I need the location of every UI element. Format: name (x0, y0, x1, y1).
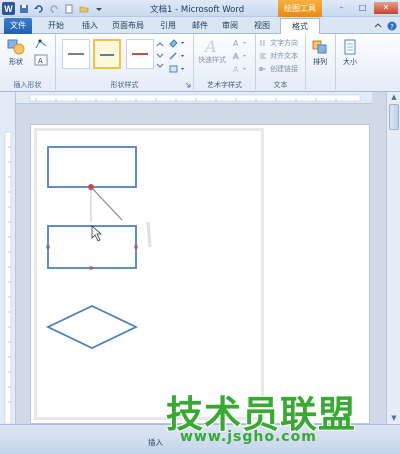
watermark-url: www.jsgho.com (180, 429, 317, 445)
window-title: 文档1 - Microsoft Word (150, 5, 245, 15)
tab-view[interactable]: 视图 (248, 18, 276, 34)
tab-home[interactable]: 开始 (42, 18, 70, 34)
svg-text:A: A (38, 57, 43, 65)
customize-qat-icon[interactable] (93, 3, 105, 15)
group-text-label: 文本 (273, 81, 288, 89)
vertical-scrollbar[interactable]: ▲ ▼ (386, 92, 400, 424)
new-doc-icon[interactable] (63, 3, 75, 15)
scroll-up-icon[interactable]: ▲ (387, 92, 400, 103)
create-link-label: 创建链接 (270, 65, 298, 73)
close-button[interactable]: ✕ (374, 2, 398, 14)
tab-page-layout[interactable]: 页面布局 (108, 18, 148, 34)
shape-outline-icon[interactable] (168, 51, 188, 63)
minimize-button[interactable]: – (332, 2, 351, 14)
help-icon[interactable]: ? (386, 18, 398, 34)
shape-style-2[interactable] (93, 39, 121, 69)
redo-icon[interactable] (48, 3, 60, 15)
document-area: ▲ ▼ (0, 92, 400, 425)
size-button[interactable]: 大小 (340, 37, 360, 67)
ribbon: 形状 A 插入形状 形状样式 A 快速样式 A A A 艺术字样式 文字方向 对… (0, 34, 400, 92)
ribbon-tabs: 文件 开始 插入 页面布局 引用 邮件 审阅 视图 格式 ? (0, 17, 400, 34)
word-logo-icon[interactable]: W (2, 2, 15, 15)
group-insert-shapes: 形状 A 插入形状 (0, 34, 56, 92)
style-gallery-more-icon[interactable] (156, 40, 164, 72)
quick-styles-button[interactable]: A 快速样式 (198, 37, 226, 65)
shape-fill-icon[interactable] (168, 38, 188, 50)
connection-point-top[interactable] (88, 184, 94, 190)
mouse-cursor-icon (91, 225, 103, 242)
link-icon (259, 67, 266, 71)
align-text-icon (260, 53, 266, 59)
arrange-button[interactable]: 排列 (310, 37, 330, 67)
group-wordart-styles: A 快速样式 A A A 艺术字样式 (194, 34, 256, 92)
flowchart-diamond[interactable] (45, 305, 139, 349)
restore-button[interactable]: □ (353, 2, 372, 14)
arrange-icon (312, 40, 327, 54)
text-box-icon[interactable]: A (34, 54, 48, 68)
connector-line[interactable] (90, 186, 123, 221)
size-label: 大小 (343, 58, 357, 66)
align-text-label: 对齐文本 (270, 52, 298, 60)
arrange-label: 排列 (313, 58, 327, 66)
align-text-button[interactable]: 对齐文本 (259, 51, 298, 61)
shapes-button[interactable]: 形状 (6, 37, 26, 67)
tab-review[interactable]: 审阅 (216, 18, 244, 34)
text-direction-icon (260, 40, 265, 46)
wordart-icon: A (203, 37, 217, 55)
ribbon-minimize-icon[interactable] (372, 18, 384, 34)
shape-effects-icon[interactable] (168, 64, 188, 76)
group-wordart-styles-label: 艺术字样式 (207, 81, 242, 89)
canvas-shapes (45, 146, 152, 349)
open-icon[interactable] (78, 3, 90, 15)
tab-references[interactable]: 引用 (154, 18, 182, 34)
group-arrange: 排列 (306, 34, 336, 92)
title-bar: W 文档1 - Microsoft Word 绘图工具 – □ ✕ (0, 0, 400, 17)
scroll-down-icon[interactable]: ▼ (387, 413, 400, 424)
text-fill-icon[interactable]: A (232, 38, 250, 50)
text-effects-icon[interactable]: A (232, 64, 250, 76)
text-outline-icon[interactable]: A (232, 51, 250, 63)
svg-text:A: A (233, 52, 239, 61)
group-shape-styles: 形状样式 (56, 34, 194, 92)
tab-format[interactable]: 格式 (280, 18, 320, 34)
insert-mode-indicator[interactable]: 插入 (148, 437, 163, 448)
group-shape-styles-label: 形状样式 (110, 81, 139, 89)
window-controls: – □ ✕ (332, 2, 398, 14)
flowchart-rectangle-top[interactable] (47, 146, 137, 188)
group-insert-shapes-label: 插入形状 (13, 81, 42, 89)
create-link-button[interactable]: 创建链接 (259, 64, 298, 74)
quick-access-toolbar: W (2, 2, 105, 15)
connection-point-left[interactable] (45, 244, 51, 250)
size-icon (344, 39, 356, 55)
svg-text:?: ? (390, 23, 394, 31)
shape-style-1[interactable] (62, 39, 90, 69)
shapes-icon (7, 39, 25, 55)
tab-file[interactable]: 文件 (4, 18, 32, 34)
scrollbar-thumb[interactable] (389, 104, 399, 130)
svg-text:A: A (233, 39, 239, 48)
text-direction-button[interactable]: 文字方向 (259, 38, 298, 48)
svg-text:A: A (203, 37, 217, 55)
connection-point-right[interactable] (133, 244, 139, 250)
save-icon[interactable] (18, 3, 30, 15)
group-text: 文字方向 对齐文本 创建链接 文本 (256, 34, 306, 92)
group-size: 大小 (336, 34, 366, 92)
shapes-button-label: 形状 (9, 58, 23, 66)
text-direction-label: 文字方向 (270, 39, 298, 47)
drawing-tools-context-tab: 绘图工具 (278, 0, 322, 17)
svg-text:A: A (233, 65, 239, 74)
tab-insert[interactable]: 插入 (76, 18, 104, 34)
tab-mailings[interactable]: 邮件 (186, 18, 214, 34)
drag-ghost (146, 221, 152, 248)
shape-style-3[interactable] (126, 39, 154, 69)
edit-shape-icon[interactable] (34, 38, 48, 52)
undo-icon[interactable] (33, 3, 45, 15)
connection-point-bottom[interactable] (88, 265, 94, 271)
quick-styles-label: 快速样式 (198, 56, 226, 64)
shape-styles-launcher-icon[interactable] (185, 81, 191, 90)
